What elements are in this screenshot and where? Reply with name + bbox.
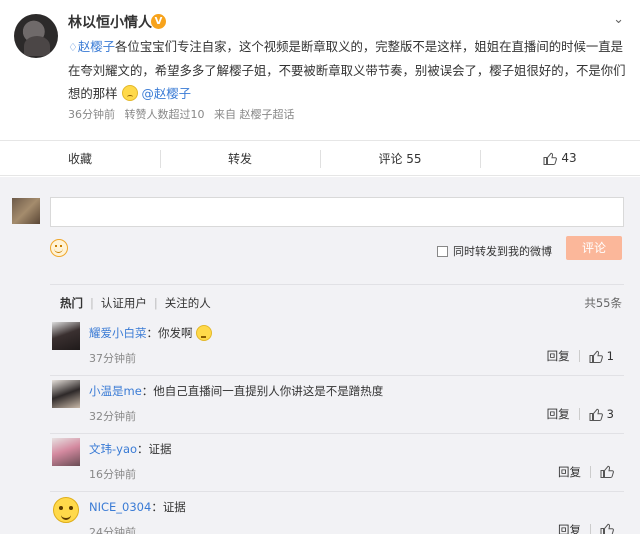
post-text: ♢赵樱子各位宝宝们专注自家，这个视频是断章取义的，完整版不是这样，姐姐在直播间的…	[68, 35, 628, 105]
sweat-smile-emoji-icon	[53, 497, 79, 523]
post-meta: 36分钟前 转赞人数超过10 来自 赵樱子超话	[68, 106, 301, 122]
reply-button[interactable]: 回复	[558, 465, 591, 478]
emoji-icon	[195, 325, 212, 341]
comment-area: 同时转发到我的微博 评论 热门 | 认证用户 | 关注的人 共55条 耀爱小白菜…	[0, 177, 640, 534]
current-user-avatar[interactable]	[12, 198, 40, 224]
comment-item: 耀爱小白菜：你发啊 37分钟前 回复 1	[50, 319, 624, 376]
commenter-name[interactable]: 耀爱小白菜	[89, 326, 147, 340]
crying-emoji-icon	[121, 85, 138, 101]
total-comment-count: 共55条	[584, 296, 622, 310]
tab-followed[interactable]: 关注的人	[165, 295, 211, 311]
comment-item: 小温是me：他自己直播间一直提别人你讲这是不是蹭热度 32分钟前 回复 3	[50, 377, 624, 434]
thumbs-up-icon	[589, 408, 603, 421]
comment-item: NICE_0304：证据 24分钟前 回复	[50, 493, 624, 534]
comment-like-button[interactable]	[600, 523, 614, 534]
post-time[interactable]: 36分钟前	[68, 108, 115, 121]
comment-filter-tabs: 热门 | 认证用户 | 关注的人	[60, 295, 211, 311]
comment-body: 文玮-yao：证据	[89, 442, 172, 456]
comment-input[interactable]	[50, 197, 624, 227]
commenter-avatar[interactable]	[52, 380, 80, 408]
commenter-avatar[interactable]	[52, 438, 80, 466]
comment-like-button[interactable]	[600, 465, 614, 478]
post-forward-count: 转赞人数超过10	[124, 108, 205, 121]
tab-separator: |	[153, 296, 158, 310]
comment-time: 32分钟前	[89, 410, 136, 423]
submit-comment-button[interactable]: 评论	[566, 236, 622, 260]
comment-text: 证据	[148, 442, 172, 456]
emoji-picker-icon[interactable]	[50, 239, 68, 257]
thumbs-up-icon	[543, 152, 558, 165]
divider	[50, 491, 624, 492]
comment-body: 耀爱小白菜：你发啊	[89, 325, 212, 341]
weibo-post: 林以恒小情人 V ⌄ ♢赵樱子各位宝宝们专注自家，这个视频是断章取义的，完整版不…	[0, 0, 640, 140]
chevron-down-icon[interactable]: ⌄	[613, 12, 624, 27]
tab-hot[interactable]: 热门	[60, 295, 83, 311]
collect-button[interactable]: 收藏	[0, 141, 160, 175]
mention-link-end[interactable]: @赵樱子	[141, 86, 191, 101]
reply-button[interactable]: 回复	[547, 408, 580, 420]
thumbs-up-icon	[600, 523, 614, 534]
comment-time: 16分钟前	[89, 468, 136, 481]
mention-link[interactable]: 赵樱子	[78, 39, 115, 54]
commenter-avatar[interactable]	[52, 496, 80, 524]
comment-label: 评论 55	[378, 151, 422, 166]
comment-button[interactable]: 评论 55	[320, 141, 480, 175]
commenter-name[interactable]: 小温是me	[89, 384, 142, 398]
collect-label: 收藏	[67, 151, 92, 166]
action-bar: 收藏 转发 评论 55 43	[0, 140, 640, 176]
comment-body: NICE_0304：证据	[89, 500, 186, 514]
forward-checkbox-row[interactable]: 同时转发到我的微博	[437, 243, 552, 259]
divider	[50, 284, 624, 285]
post-source[interactable]: 来自 赵樱子超话	[214, 108, 295, 121]
comment-ops: 回复	[558, 465, 614, 478]
reply-button[interactable]: 回复	[547, 350, 580, 362]
author-name[interactable]: 林以恒小情人	[68, 12, 152, 32]
divider	[50, 433, 624, 434]
author-avatar[interactable]	[14, 14, 58, 58]
tab-separator: |	[90, 296, 94, 310]
comment-text: 他自己直播间一直提别人你讲这是不是蹭热度	[153, 384, 384, 398]
thumbs-up-icon	[589, 350, 603, 363]
comment-item: 文玮-yao：证据 16分钟前 回复	[50, 435, 624, 492]
comment-ops: 回复	[558, 523, 614, 534]
comment-text: 证据	[162, 500, 186, 514]
commenter-avatar[interactable]	[52, 322, 80, 350]
verified-badge-icon: V	[151, 14, 166, 29]
comment-like-button[interactable]: 1	[589, 349, 614, 363]
commenter-name[interactable]: NICE_0304	[89, 500, 151, 514]
thumbs-up-icon	[600, 465, 614, 478]
comment-like-count: 3	[606, 407, 614, 421]
comment-time: 24分钟前	[89, 526, 136, 534]
comment-like-count: 1	[606, 349, 614, 363]
comment-ops: 回复 1	[547, 349, 614, 363]
comment-ops: 回复 3	[547, 407, 614, 421]
forward-button[interactable]: 转发	[160, 141, 320, 175]
forward-label: 转发	[227, 151, 252, 166]
commenter-name[interactable]: 文玮-yao	[89, 442, 137, 456]
tab-verified[interactable]: 认证用户	[101, 295, 147, 311]
divider	[50, 375, 624, 376]
comment-text: 你发啊	[158, 326, 193, 340]
comment-time: 37分钟前	[89, 352, 136, 365]
like-count: 43	[561, 151, 577, 165]
forward-checkbox[interactable]	[437, 245, 448, 257]
reply-button[interactable]: 回复	[558, 523, 591, 534]
comment-body: 小温是me：他自己直播间一直提别人你讲这是不是蹭热度	[89, 384, 384, 398]
topic-tag-icon: ♢	[68, 41, 78, 54]
forward-checkbox-label: 同时转发到我的微博	[453, 245, 552, 258]
like-button[interactable]: 43	[480, 141, 640, 175]
comment-like-button[interactable]: 3	[589, 407, 614, 421]
